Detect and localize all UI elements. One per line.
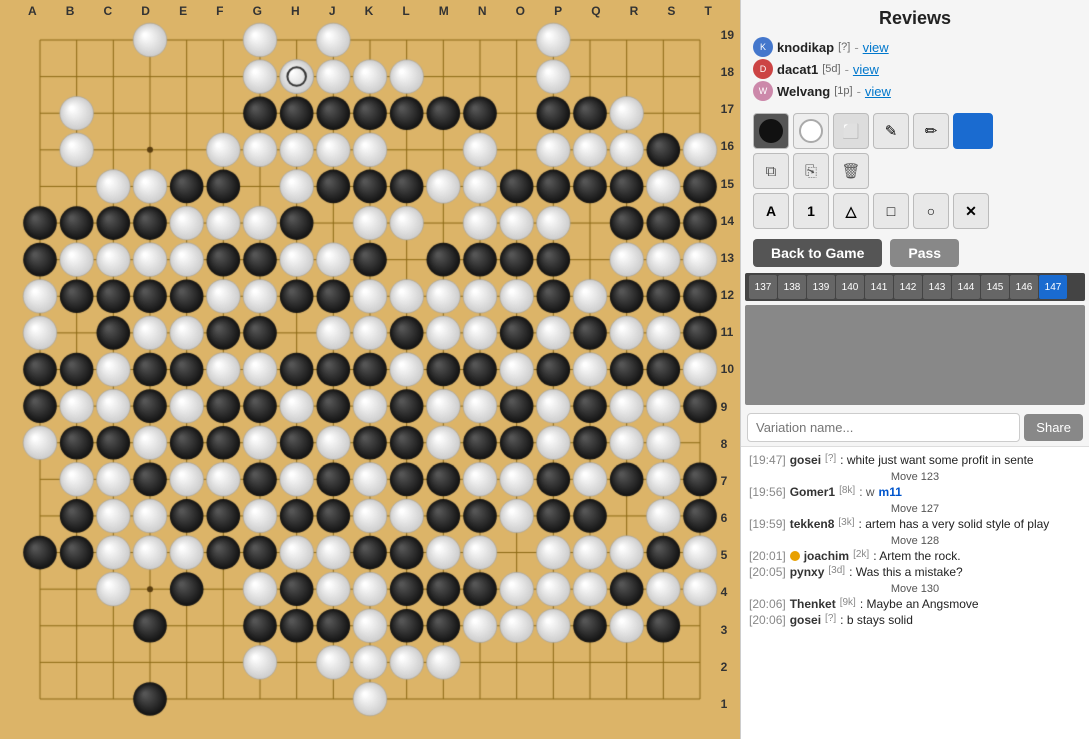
toolbar-copy-tools: ⧉ ⎘ 🗑 [741, 153, 1089, 193]
variation-input-row: Share [741, 409, 1089, 446]
copy-btn-1[interactable]: ⧉ [753, 153, 789, 189]
copy-btn-2[interactable]: ⎘ [793, 153, 829, 189]
reviewers-list: K knodikap [?] - view D dacat1 [5d] - vi… [741, 33, 1089, 109]
board-col-labels: A B C D E F G H J K L M N O P Q R S T [28, 4, 712, 18]
chat-message: [19:59] tekken8 [3k] : artem has a very … [749, 517, 1081, 531]
variation-name-input[interactable] [747, 413, 1020, 442]
chat-message: [20:06] gosei [?] : b stays solid [749, 613, 1081, 627]
toolbar-mark-tools: A 1 △ □ ○ ✕ [741, 193, 1089, 235]
mark-square-btn[interactable]: □ [873, 193, 909, 229]
chat-message: [20:05] pynxy [3d] : Was this a mistake? [749, 565, 1081, 579]
tool-stone-white-btn[interactable] [793, 113, 829, 149]
go-board-panel: A B C D E F G H J K L M N O P Q R S T 19… [0, 0, 740, 739]
chat-message: [19:56] Gomer1 [8k] : w m11 [749, 485, 1081, 499]
reviewer-rank: [1p] [834, 85, 852, 97]
reviewer-name: dacat1 [777, 62, 818, 77]
chat-area[interactable]: [19:47] gosei [?] : white just want some… [741, 446, 1089, 739]
toolbar-draw-tools: ⬜ ✎ ✏ [741, 109, 1089, 153]
mark-x-btn[interactable]: ✕ [953, 193, 989, 229]
move-label-128: Move 128 [749, 535, 1081, 547]
reviewer-view-dacat1[interactable]: view [853, 62, 879, 77]
chat-message: [19:47] gosei [?] : white just want some… [749, 453, 1081, 467]
chat-message: [20:06] Thenket [9k] : Maybe an Angsmove [749, 597, 1081, 611]
reviewer-row: W Welvang [1p] - view [753, 81, 1077, 101]
tool-blue-btn[interactable] [953, 113, 993, 149]
reviewer-view-welvang[interactable]: view [865, 84, 891, 99]
mark-triangle-btn[interactable]: △ [833, 193, 869, 229]
board-canvas[interactable] [22, 22, 718, 717]
move-chip-143[interactable]: 143 [923, 275, 951, 299]
reviewer-row: K knodikap [?] - view [753, 37, 1077, 57]
move-chip-147[interactable]: 147 [1039, 275, 1067, 299]
reviewer-name: knodikap [777, 40, 834, 55]
online-dot [790, 551, 800, 561]
move-strip-container: 137 138 139 140 141 142 143 144 145 146 … [745, 273, 1085, 301]
move-label-130: Move 130 [749, 583, 1081, 595]
action-buttons: Back to Game Pass [741, 235, 1089, 273]
review-panel: Reviews K knodikap [?] - view D dacat1 [… [740, 0, 1089, 739]
move-label-123: Move 123 [749, 471, 1081, 483]
delete-btn[interactable]: 🗑 [833, 153, 869, 189]
move-chip-137[interactable]: 137 [749, 275, 777, 299]
chat-message: [20:01] joachim [2k] : Artem the rock. [749, 549, 1081, 563]
reviewer-name: Welvang [777, 84, 830, 99]
reviews-title: Reviews [741, 0, 1089, 33]
move-strip[interactable]: 137 138 139 140 141 142 143 144 145 146 … [745, 273, 1085, 301]
avatar-dacat1: D [753, 59, 773, 79]
tool-pencil-btn[interactable]: ✎ [873, 113, 909, 149]
mark-number-btn[interactable]: 1 [793, 193, 829, 229]
move-chip-145[interactable]: 145 [981, 275, 1009, 299]
share-button[interactable]: Share [1024, 414, 1083, 441]
move-chip-141[interactable]: 141 [865, 275, 893, 299]
move-chip-140[interactable]: 140 [836, 275, 864, 299]
back-to-game-button[interactable]: Back to Game [753, 239, 882, 267]
reviewer-row: D dacat1 [5d] - view [753, 59, 1077, 79]
move-chip-144[interactable]: 144 [952, 275, 980, 299]
variation-display-area [745, 305, 1085, 405]
pass-button[interactable]: Pass [890, 239, 959, 267]
mark-letter-btn[interactable]: A [753, 193, 789, 229]
avatar-knodikap: K [753, 37, 773, 57]
move-chip-138[interactable]: 138 [778, 275, 806, 299]
tool-pen-btn[interactable]: ✏ [913, 113, 949, 149]
reviewer-view-knodikap[interactable]: view [863, 40, 889, 55]
avatar-welvang: W [753, 81, 773, 101]
move-label-127: Move 127 [749, 503, 1081, 515]
mark-circle-btn[interactable]: ○ [913, 193, 949, 229]
move-chip-139[interactable]: 139 [807, 275, 835, 299]
move-chip-142[interactable]: 142 [894, 275, 922, 299]
tool-stone-black-btn[interactable] [753, 113, 789, 149]
tool-erase-btn[interactable]: ⬜ [833, 113, 869, 149]
board-row-labels: 19 18 17 16 15 14 13 12 11 10 9 8 7 6 5 … [721, 28, 734, 711]
reviewer-rank: [?] [838, 41, 850, 53]
move-chip-146[interactable]: 146 [1010, 275, 1038, 299]
reviewer-rank: [5d] [822, 63, 840, 75]
